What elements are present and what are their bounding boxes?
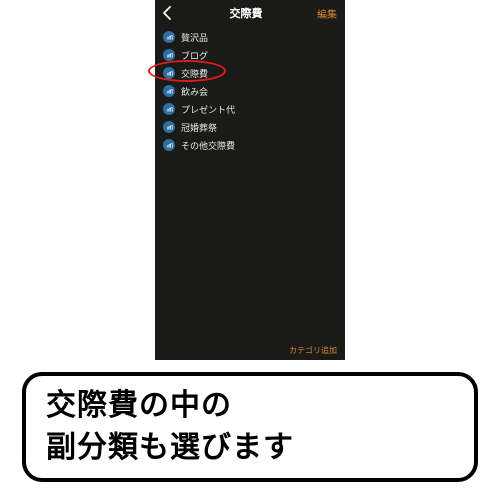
list-item[interactable]: 飲み会 bbox=[155, 82, 345, 100]
header-bar: 交際費 編集 bbox=[155, 0, 345, 26]
list-item-label: 飲み会 bbox=[181, 85, 208, 98]
list-item-label: 冠婚葬祭 bbox=[181, 121, 217, 134]
edit-button[interactable]: 編集 bbox=[315, 6, 337, 21]
list-item[interactable]: プレゼント代 bbox=[155, 100, 345, 118]
caption-box: 交際費の中の 副分類も選びます bbox=[22, 372, 478, 482]
back-button[interactable] bbox=[163, 6, 177, 20]
list-item-label: 交際費 bbox=[181, 67, 208, 80]
page-title: 交際費 bbox=[177, 5, 315, 21]
list-item-label: その他交際費 bbox=[181, 139, 235, 152]
caption-line-1: 交際費の中の bbox=[46, 385, 454, 427]
footer-bar: カテゴリ追加 bbox=[155, 340, 345, 360]
list-item[interactable]: ブログ bbox=[155, 46, 345, 64]
category-icon bbox=[163, 139, 175, 151]
category-icon bbox=[163, 85, 175, 97]
list-item-label: ブログ bbox=[181, 49, 208, 62]
category-icon bbox=[163, 31, 175, 43]
add-category-button[interactable]: カテゴリ追加 bbox=[289, 345, 337, 356]
category-icon bbox=[163, 103, 175, 115]
caption-line-2: 副分類も選びます bbox=[46, 427, 454, 469]
list-item[interactable]: 冠婚葬祭 bbox=[155, 118, 345, 136]
list-item[interactable]: 贅沢品 bbox=[155, 28, 345, 46]
category-icon bbox=[163, 49, 175, 61]
category-icon bbox=[163, 67, 175, 79]
category-list: 贅沢品 ブログ 交際費 飲み会 プレゼント代 bbox=[155, 26, 345, 154]
chevron-left-icon bbox=[163, 6, 171, 20]
list-item[interactable]: その他交際費 bbox=[155, 136, 345, 154]
phone-screen: 交際費 編集 贅沢品 ブログ 交際費 飲み会 bbox=[155, 0, 345, 360]
list-item-label: プレゼント代 bbox=[181, 103, 235, 116]
list-item-label: 贅沢品 bbox=[181, 31, 208, 44]
category-icon bbox=[163, 121, 175, 133]
list-item[interactable]: 交際費 bbox=[155, 64, 345, 82]
